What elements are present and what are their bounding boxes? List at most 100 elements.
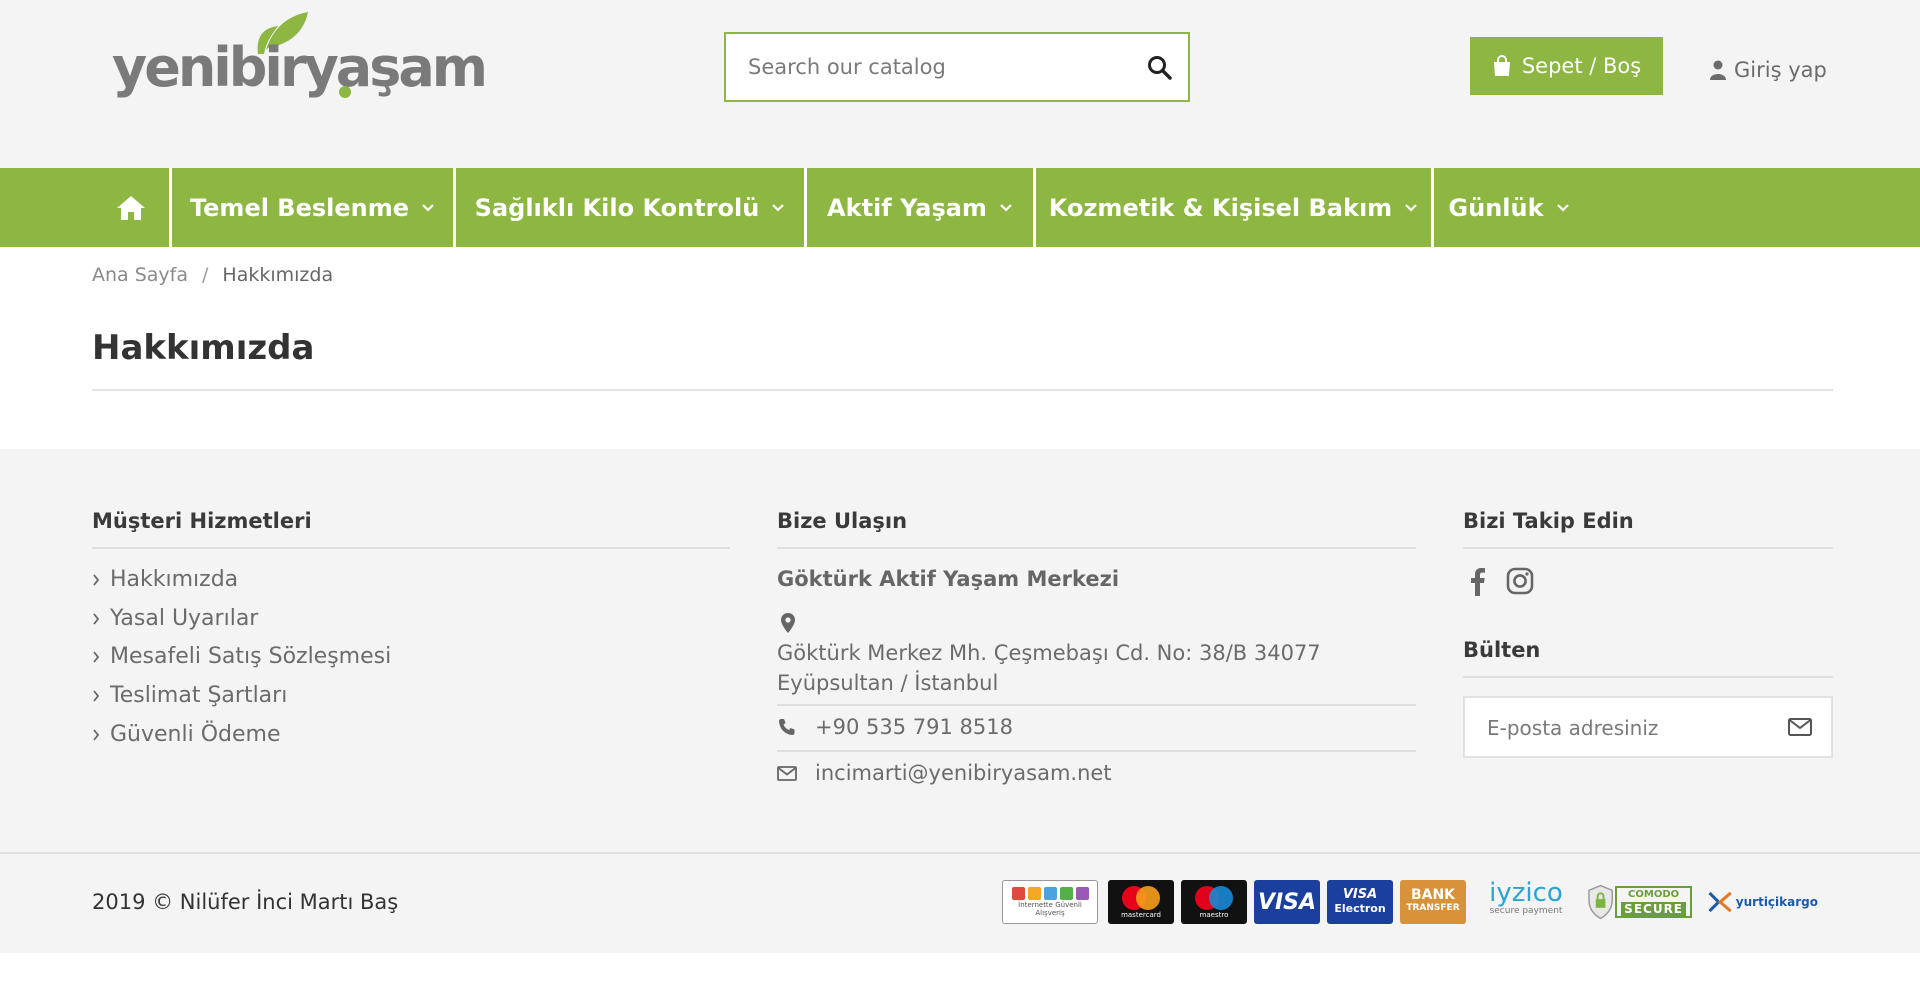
nav-item-aktif-yasam[interactable]: Aktif Yaşam: [807, 168, 1036, 247]
title-divider: [92, 389, 1833, 391]
trust-seal-stars: [1011, 887, 1089, 900]
login-label: Giriş yap: [1734, 58, 1827, 82]
chevron-right-icon: [93, 689, 100, 702]
breadcrumb-home[interactable]: Ana Sayfa: [92, 264, 188, 286]
footer-link-label: Hakkımızda: [110, 567, 239, 592]
footer-link-yasal-uyarilar[interactable]: Yasal Uyarılar: [92, 606, 258, 631]
comodo-badge: COMODO SECURE: [1615, 886, 1692, 918]
contact-company-name: Göktürk Aktif Yaşam Merkezi: [777, 567, 1120, 591]
cart-label: Sepet / Boş: [1521, 54, 1642, 78]
footer-link-teslimat-sartlari[interactable]: Teslimat Şartları: [92, 683, 287, 708]
contact-email[interactable]: incimarti@yenibiryasam.net: [777, 761, 1112, 785]
site-logo[interactable]: yenibiryaşam: [112, 10, 488, 100]
home-icon: [116, 195, 145, 220]
nav-item-temel-beslenme[interactable]: Temel Beslenme: [172, 168, 456, 247]
newsletter-email-input[interactable]: [1487, 714, 1777, 742]
shield-lock-icon: [1588, 884, 1613, 920]
shopping-bag-icon: [1493, 55, 1510, 76]
facebook-icon[interactable]: [1463, 566, 1493, 596]
column-divider: [777, 547, 1416, 549]
iyzico-text: iyzico: [1489, 878, 1563, 908]
footer-link-mesafeli-satis[interactable]: Mesafeli Satış Sözleşmesi: [92, 644, 391, 669]
visa-electron-bottom: Electron: [1334, 902, 1386, 915]
mastercard-logo: mastercard: [1108, 880, 1174, 924]
login-link[interactable]: Giriş yap: [1710, 58, 1827, 82]
nav-item-label: Temel Beslenme: [189, 193, 410, 222]
map-pin-icon: [781, 613, 795, 633]
chevron-down-icon: [1000, 203, 1012, 212]
newsletter-form: [1463, 696, 1833, 758]
mastercard-text: mastercard: [1121, 911, 1161, 919]
nav-item-label: Kozmetik & Kişisel Bakım: [1048, 193, 1393, 222]
comodo-top: COMODO: [1628, 889, 1680, 900]
address-line: Göktürk Merkez Mh. Çeşmebaşı Cd. No: 38/…: [777, 641, 1321, 665]
copyright-text: 2019 © Nilüfer İnci Martı Baş: [92, 890, 399, 914]
chevron-right-icon: [93, 573, 100, 586]
chevron-down-icon: [1556, 203, 1569, 212]
visa-electron-top: VISA: [1342, 887, 1378, 902]
bank-transfer-top: BANK: [1410, 887, 1456, 903]
comodo-secure-logo: COMODO SECURE: [1588, 880, 1692, 924]
trust-seal-text: İnternette Güvenli Alışveriş: [1018, 901, 1082, 917]
search-input[interactable]: [748, 52, 1128, 82]
yurtici-text: yurtiçikargo: [1735, 895, 1818, 909]
visa-electron-logo: VISA Electron: [1327, 880, 1393, 924]
address-line: Eyüpsultan / İstanbul: [777, 671, 999, 695]
chevron-down-icon: [422, 203, 434, 212]
footer-link-guvenli-odeme[interactable]: Güvenli Ödeme: [92, 722, 281, 747]
newsletter-submit-envelope-icon[interactable]: [1787, 716, 1813, 738]
site-header: yenibiryaşam Sepet / Boş Giriş yap: [0, 0, 1920, 168]
nav-item-label: Günlük: [1448, 193, 1544, 222]
footer-link-label: Yasal Uyarılar: [110, 606, 259, 631]
maestro-text: maestro: [1199, 911, 1229, 919]
newsletter-heading: Bülten: [1463, 638, 1541, 662]
footer-link-label: Güvenli Ödeme: [110, 722, 281, 747]
phone-number: +90 535 791 8518: [815, 715, 1013, 739]
visa-logo: VISA: [1254, 880, 1320, 924]
logo-text: yenibiryaşam: [112, 36, 488, 99]
phone-icon: [779, 719, 795, 735]
envelope-icon: [777, 766, 797, 781]
user-icon: [1710, 60, 1726, 80]
maestro-logo: maestro: [1181, 880, 1247, 924]
chevron-down-icon: [772, 203, 785, 212]
contact-divider: [777, 704, 1416, 706]
yurtici-mark-icon: [1708, 891, 1732, 913]
breadcrumb-current: Hakkımızda: [222, 264, 334, 286]
follow-heading: Bizi Takip Edin: [1463, 509, 1634, 533]
breadcrumb-separator: /: [202, 264, 209, 286]
bank-transfer-bottom: TRANSFER: [1406, 903, 1460, 913]
nav-item-kozmetik-kisisel-bakim[interactable]: Kozmetik & Kişisel Bakım: [1036, 168, 1434, 247]
footer-link-hakkimizda[interactable]: Hakkımızda: [92, 567, 238, 592]
contact-phone[interactable]: +90 535 791 8518: [777, 715, 1013, 739]
maestro-circles-icon: [1195, 886, 1233, 910]
main-nav: Temel Beslenme Sağlıklı Kilo Kontrolü Ak…: [0, 168, 1920, 247]
nav-item-saglikli-kilo-kontrolu[interactable]: Sağlıklı Kilo Kontrolü: [456, 168, 807, 247]
nav-item-gunluk[interactable]: Günlük: [1434, 168, 1584, 247]
comodo-bottom: SECURE: [1621, 902, 1686, 916]
search-box: [724, 32, 1190, 102]
cart-button[interactable]: Sepet / Boş: [1470, 37, 1663, 95]
footer-link-label: Teslimat Şartları: [110, 683, 288, 708]
iyzico-subtext: secure payment: [1489, 906, 1563, 916]
breadcrumb: Ana Sayfa / Hakkımızda: [92, 264, 333, 286]
logo-dot: [339, 86, 351, 98]
contact-divider: [777, 750, 1416, 752]
nav-home[interactable]: [92, 168, 172, 247]
page-title: Hakkımızda: [92, 328, 315, 368]
instagram-icon[interactable]: [1505, 566, 1535, 596]
yurtici-kargo-logo: yurtiçikargo: [1708, 880, 1818, 924]
mastercard-circles-icon: [1122, 886, 1160, 910]
chevron-down-icon: [1405, 203, 1417, 212]
iyzico-logo: iyzico secure payment: [1476, 880, 1576, 924]
nav-item-label: Aktif Yaşam: [827, 193, 987, 222]
footer-link-label: Mesafeli Satış Sözleşmesi: [110, 644, 392, 669]
customer-service-heading: Müşteri Hizmetleri: [92, 509, 312, 533]
social-links: [1463, 566, 1535, 596]
contact-address: Göktürk Merkez Mh. Çeşmebaşı Cd. No: 38/…: [777, 638, 1377, 698]
chevron-right-icon: [93, 612, 100, 625]
trust-seal-logo: İnternette Güvenli Alışveriş: [1002, 880, 1098, 924]
nav-item-label: Sağlıklı Kilo Kontrolü: [474, 193, 760, 222]
search-icon[interactable]: [1146, 54, 1174, 82]
column-divider: [92, 547, 730, 549]
